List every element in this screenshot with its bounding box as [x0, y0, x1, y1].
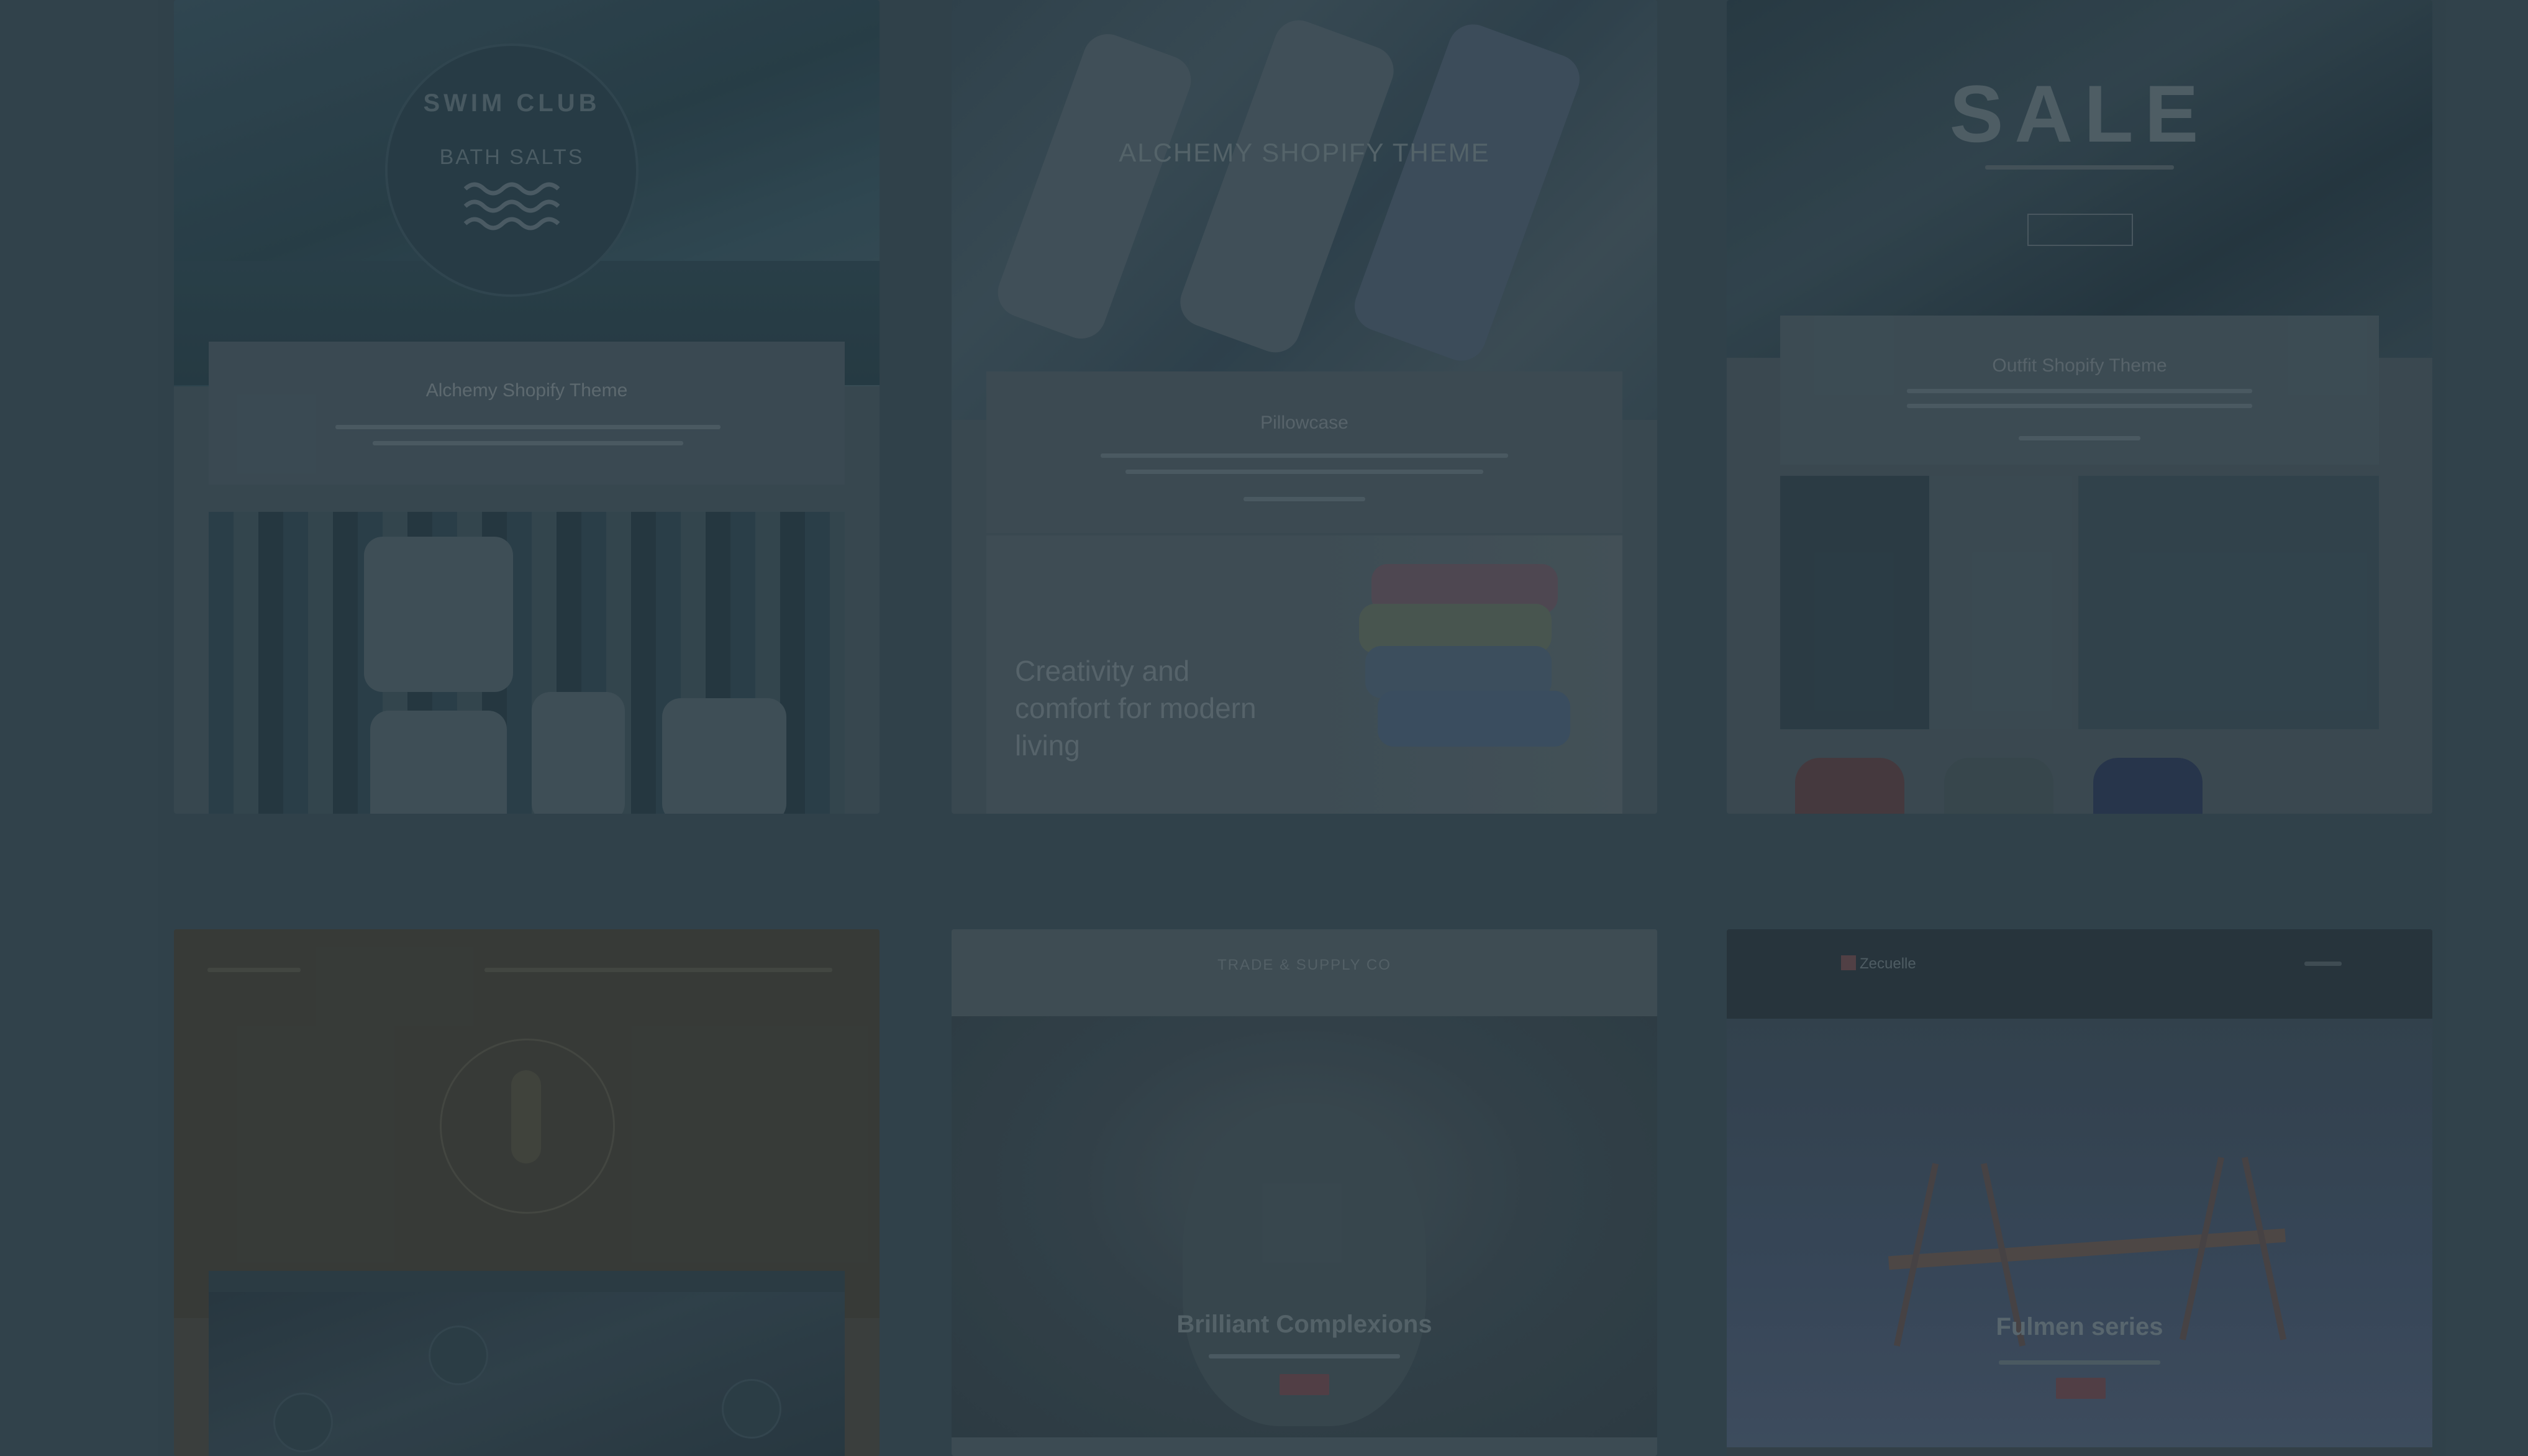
product-photo — [209, 512, 845, 814]
theme-card-4[interactable] — [174, 929, 880, 1456]
hero-image — [1727, 0, 2432, 358]
hero-image — [952, 0, 1657, 420]
hero-product: BATH SALTS — [439, 145, 584, 169]
hero-image: SWIM CLUB BATH SALTS — [174, 0, 880, 386]
theme-gallery: { "gallery": { "cards": [ { "hero_brand"… — [0, 0, 2528, 1456]
swim-club-logo: SWIM CLUB BATH SALTS — [385, 43, 639, 297]
hero-image — [174, 929, 880, 1318]
card-title: Alchemy Shopify Theme — [425, 380, 628, 401]
store-brand: Zecuelle — [1860, 955, 1916, 972]
description-panel — [209, 342, 845, 485]
hero-title: Fulmen series — [1996, 1313, 2163, 1340]
card-title: Pillowcase — [1260, 412, 1348, 433]
store-brand: TRADE & SUPPLY CO — [1217, 957, 1391, 973]
waves-icon — [463, 182, 560, 230]
hero-cta-button[interactable] — [2027, 214, 2133, 246]
collection-tile[interactable] — [2078, 476, 2379, 729]
collection-tile[interactable] — [1929, 476, 2072, 729]
theme-card-outfit[interactable]: SALE Outfit Shopify Theme — [1727, 0, 2432, 814]
logo-emblem-icon — [440, 1039, 615, 1214]
preview-toolbar — [209, 1271, 845, 1292]
top-bar — [1727, 929, 2432, 1019]
theme-card-alchemy[interactable]: SWIM CLUB BATH SALTS Alchemy Shopify The… — [174, 0, 880, 814]
description-panel — [986, 371, 1622, 533]
banner-tagline: Creativity and comfort for modern living — [1015, 655, 1257, 762]
brand-mark-icon — [1841, 955, 1856, 970]
collection-tile[interactable] — [1780, 476, 1929, 729]
card-title: Outfit Shopify Theme — [1992, 355, 2167, 376]
shop-button[interactable] — [2056, 1378, 2106, 1399]
hero-title: ALCHEMY SHOPIFY THEME — [1119, 138, 1490, 167]
screenshot-preview — [209, 1271, 845, 1456]
theme-card-complexions[interactable]: TRADE & SUPPLY CO Brilliant Complexions — [952, 929, 1657, 1456]
sale-headline: SALE — [1949, 68, 2210, 159]
hero-brand: SWIM CLUB — [423, 89, 601, 117]
hero-title: Brilliant Complexions — [1176, 1311, 1432, 1338]
theme-card-fulmen[interactable]: Zecuelle Fulmen series — [1727, 929, 2432, 1456]
theme-card-pillowcase[interactable]: ALCHEMY SHOPIFY THEME Pillowcase Creativ… — [952, 0, 1657, 814]
shop-button[interactable] — [1280, 1374, 1329, 1395]
